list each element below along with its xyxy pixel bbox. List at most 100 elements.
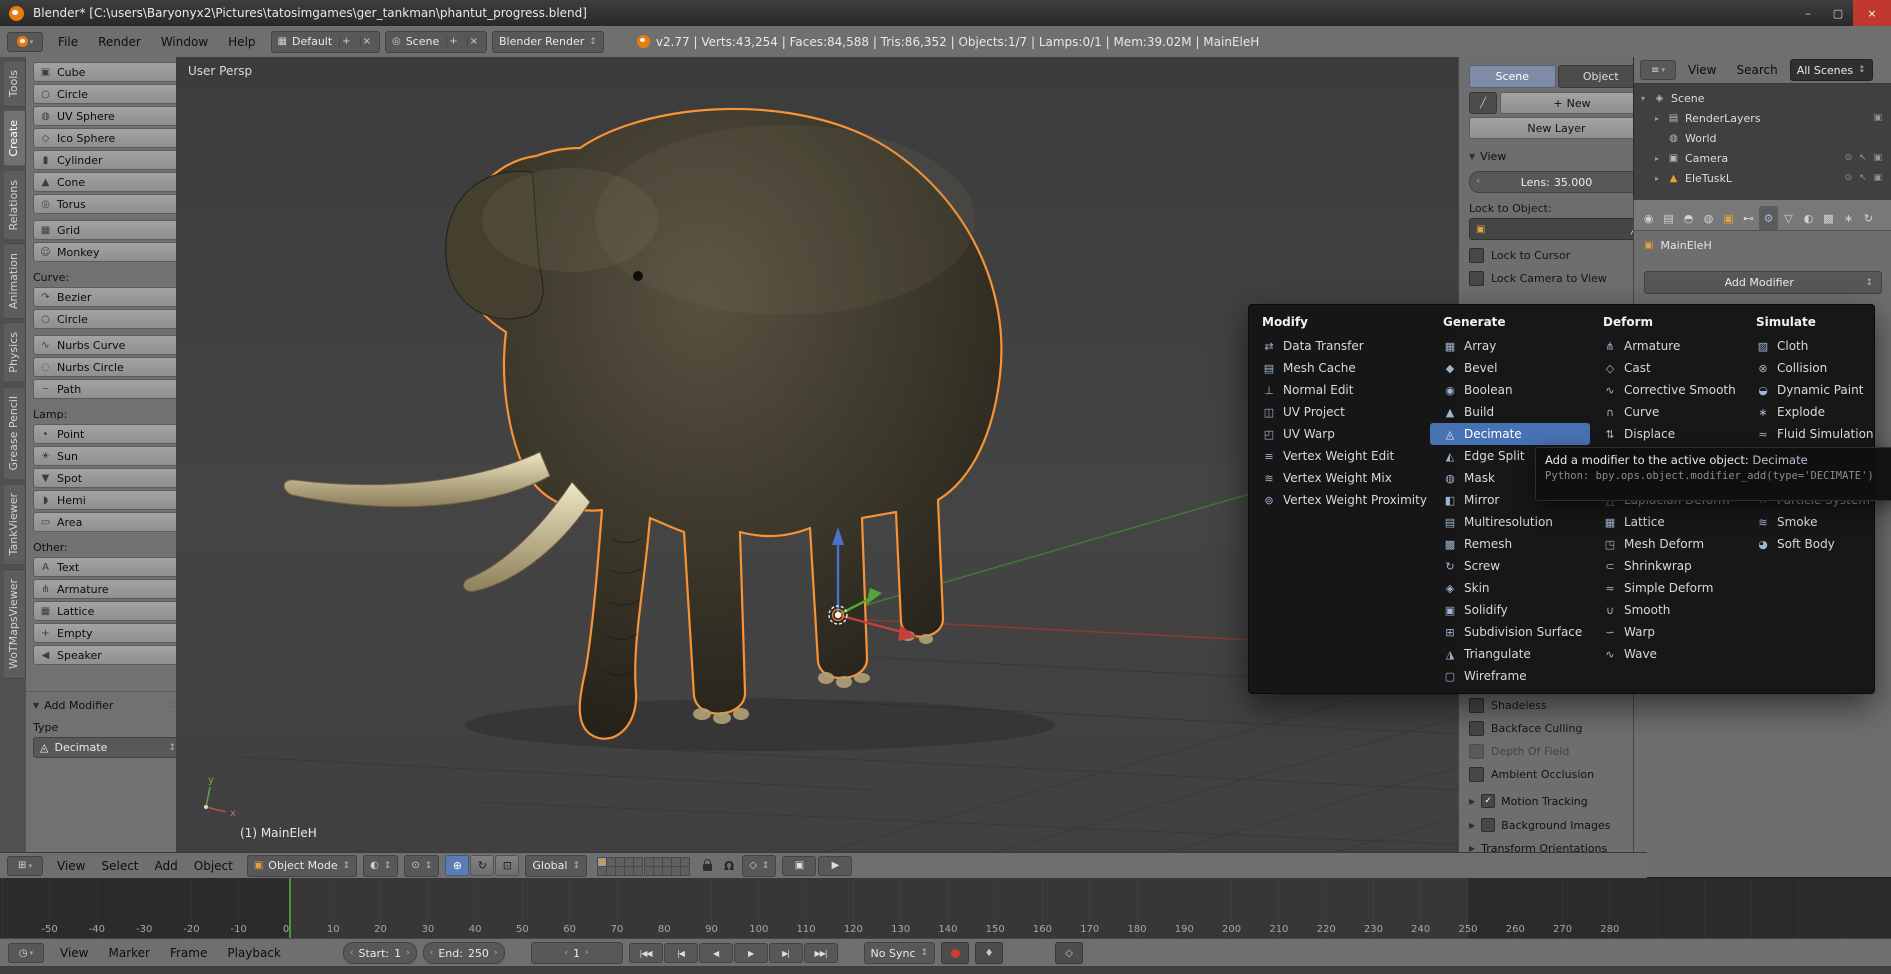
menu-item[interactable]: Object [186,859,241,873]
props-tab-material[interactable]: ◐ [1799,206,1818,230]
modifier-menu-item[interactable]: ▣ Solidify [1430,599,1590,621]
layer-toggle[interactable] [680,866,690,876]
modifier-menu-item[interactable]: ≈ Simple Deform [1590,577,1743,599]
lock-object-field[interactable]: ▣ ╱ [1469,218,1644,240]
current-frame-field[interactable]: ‹ 1 › [531,942,623,964]
modifier-menu-item[interactable]: ▨ Cloth [1743,335,1874,357]
modifier-menu-item[interactable]: ∿ Wave [1590,643,1743,665]
add-mesh-button[interactable]: ○ Circle [33,84,183,104]
delete-layout-icon[interactable]: × [360,36,373,47]
new-layer-button[interactable]: New Layer [1469,117,1644,139]
manipulator-scale[interactable]: ⊡ [495,855,519,876]
increment-icon[interactable]: › [494,948,498,958]
add-curve-button[interactable]: ┄ Path [33,379,183,399]
modifier-menu-item[interactable]: ⊥ Normal Edit [1249,379,1430,401]
add-modifier-panel-header[interactable]: ▼ Add Modifier ∷∷ [33,699,183,712]
restriction-icons[interactable]: ⊙ ↖ ▣ [1845,153,1884,163]
shading-option[interactable]: Depth Of Field [1469,744,1644,759]
modifier-menu-item[interactable]: ⊞ Subdivision Surface [1430,621,1590,643]
add-object-button[interactable]: A Text [33,557,183,577]
viewport-shading-selector[interactable]: ◐ ↕ [363,855,398,877]
menu-item[interactable]: Marker [98,946,159,960]
outliner-row[interactable]: ▸ ▣ Camera ⊙ ↖ ▣ [1634,148,1891,168]
expand-icon[interactable]: ▸ [1652,174,1662,183]
add-curve-button[interactable]: ∿ Nurbs Curve [33,335,183,355]
jump-to-next-keyframe-button[interactable]: ▶| [769,943,803,963]
manipulator-translate[interactable]: ⊕ [445,855,469,876]
render-engine-selector[interactable]: Blender Render ↕ [492,31,604,53]
add-mesh-button[interactable]: ▲ Cone [33,172,183,192]
expand-icon[interactable]: ▾ [1638,94,1648,103]
menu-item[interactable]: View [49,859,93,873]
add-scene-icon[interactable]: + [446,36,459,47]
mode-selector[interactable]: ▣ Object Mode ↕ [247,855,357,877]
modifier-menu-item[interactable]: ◫ UV Project [1249,401,1430,423]
menu-item[interactable]: Select [93,859,146,873]
insert-keyframe-button[interactable]: ♦ [975,942,1003,964]
modifier-menu-item[interactable]: ◆ Bevel [1430,357,1590,379]
toolshelf-tab[interactable]: Tools [4,60,26,107]
modifier-menu-item[interactable]: ∩ Curve [1590,401,1743,423]
modifier-type-dropdown[interactable]: ◬ Decimate ↕ [33,737,183,758]
collapsed-panel-header[interactable]: ▶ ✓ Motion Tracking ∷∷ [1469,794,1644,808]
maximize-button[interactable]: ▢ [1823,0,1853,26]
modifier-menu-item[interactable]: ◈ Skin [1430,577,1590,599]
panel-checkbox[interactable]: ✓ [1481,794,1495,808]
add-mesh-button[interactable]: ◎ Torus [33,194,183,214]
props-tab-scene[interactable]: ◓ [1679,206,1698,230]
info-editor-menu-button[interactable]: ▾ [7,32,43,52]
add-modifier-dropdown[interactable]: Add Modifier ↕ [1644,271,1882,294]
add-curve-button[interactable]: ○ Circle [33,309,183,329]
props-tab-object-data[interactable]: ▽ [1779,206,1798,230]
add-curve-button[interactable]: ↷ Bezier [33,287,183,307]
props-tab-modifiers[interactable]: ⚙ [1759,206,1778,230]
modifier-menu-item[interactable]: ⇄ Data Transfer [1249,335,1430,357]
minimize-button[interactable]: – [1793,0,1823,26]
sync-mode-selector[interactable]: No Sync ↕ [864,942,936,964]
npanel-tab-object[interactable]: Object [1558,65,1645,88]
jump-to-start-button[interactable]: |◀◀ [629,943,663,963]
menu-item[interactable]: Frame [160,946,217,960]
modifier-menu-item[interactable]: ◇ Cast [1590,357,1743,379]
editor-type-outliner-button[interactable]: ≡ ▾ [1640,60,1676,80]
frame-start-field[interactable]: ‹ Start: 1 › [343,942,417,964]
modifier-menu-item[interactable]: ▤ Mesh Cache [1249,357,1430,379]
opengl-render-image-button[interactable]: ▣ [782,856,816,876]
view-panel-header[interactable]: ▼ View [1469,150,1644,163]
props-tab-object[interactable]: ▣ [1719,206,1738,230]
toolshelf-tab[interactable]: Relations [4,170,26,241]
decrement-icon[interactable]: ‹ [1476,174,1480,187]
props-tab-constraints[interactable]: ⊷ [1739,206,1758,230]
modifier-menu-item[interactable]: ▤ Multiresolution [1430,511,1590,533]
add-lamp-button[interactable]: ▼ Spot [33,468,183,488]
modifier-menu-item[interactable]: ◬ Decimate [1430,423,1590,445]
add-mesh-button[interactable]: ◇ Ico Sphere [33,128,183,148]
play-button[interactable]: ▶ [734,943,768,963]
add-lamp-button[interactable]: ▭ Area [33,512,183,532]
modifier-menu-item[interactable]: ◰ UV Warp [1249,423,1430,445]
menu-item[interactable]: Playback [217,946,291,960]
layer-toggle[interactable] [597,857,607,867]
add-object-button[interactable]: ⋔ Armature [33,579,183,599]
increment-icon[interactable]: › [585,948,589,958]
props-tab-render-layers[interactable]: ▤ [1659,206,1678,230]
outliner-scope-selector[interactable]: All Scenes ↕ [1790,59,1873,81]
toolshelf-tab[interactable]: Physics [4,322,26,383]
expand-icon[interactable]: ▸ [1652,154,1662,163]
add-lamp-button[interactable]: ☀ Sun [33,446,183,466]
modifier-menu-item[interactable]: ◕ Soft Body [1743,533,1874,555]
modifier-menu-item[interactable]: ⋔ Armature [1590,335,1743,357]
props-tab-render[interactable]: ◉ [1639,206,1658,230]
modifier-menu-item[interactable]: ◮ Triangulate [1430,643,1590,665]
modifier-menu-item[interactable]: ◒ Dynamic Paint [1743,379,1874,401]
modifier-menu-item[interactable]: ≡ Vertex Weight Edit [1249,445,1430,467]
modifier-menu-item[interactable]: ◉ Boolean [1430,379,1590,401]
lock-camera-option[interactable]: Lock Camera to View [1469,271,1644,286]
add-layout-icon[interactable]: + [339,36,352,47]
menu-item[interactable]: Search [1726,63,1787,77]
timeline-editor[interactable]: -50-40-30-20-100102030405060708090100110… [0,877,1891,939]
props-tab-world[interactable]: ◍ [1699,206,1718,230]
toolshelf-tab[interactable]: Animation [4,243,26,319]
restriction-icons[interactable]: ▣ [1873,113,1884,123]
props-tab-particles[interactable]: ∗ [1839,206,1858,230]
